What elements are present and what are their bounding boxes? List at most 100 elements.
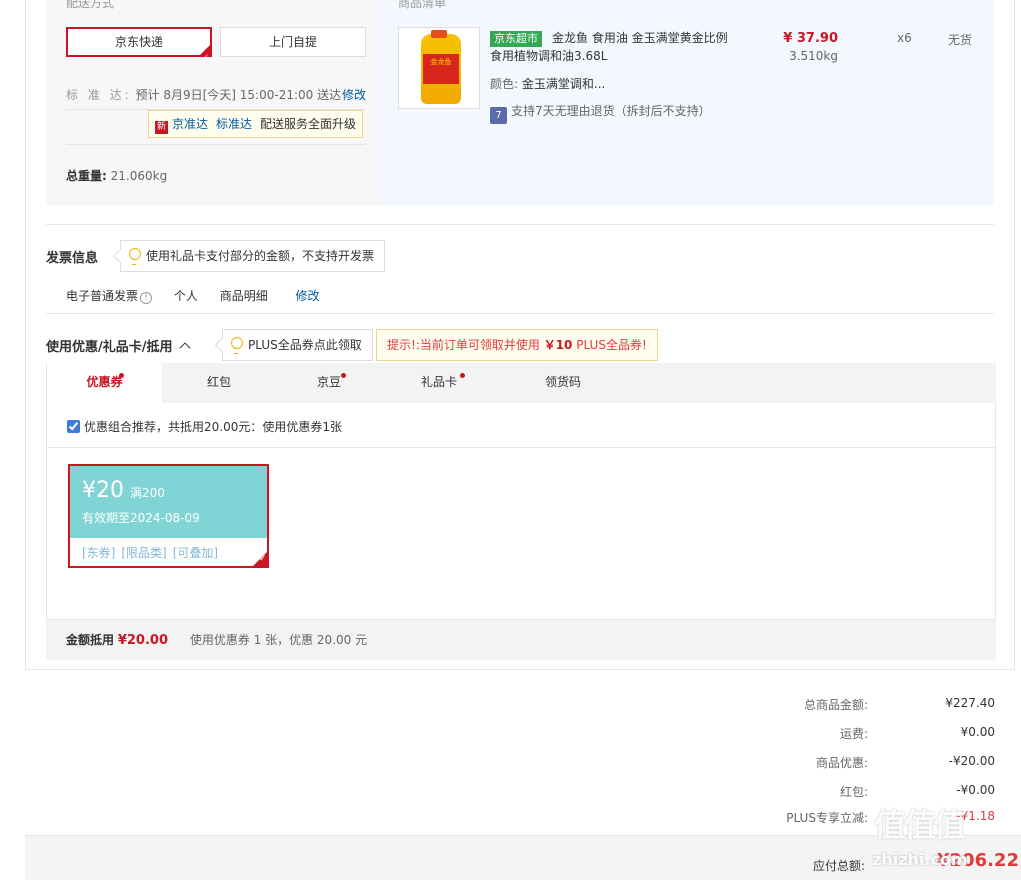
oil-cap bbox=[431, 30, 447, 38]
product-header-fragment: 商品清单 bbox=[398, 0, 447, 10]
combo-recommend[interactable]: 优惠组合推荐，共抵用20.00元：使用优惠券1张 bbox=[67, 418, 342, 435]
standard-delivery-time: 预计 8月9日[今天] 15:00-21:00 送达 bbox=[135, 88, 342, 102]
shipping-fee-value: ¥0.00 bbox=[960, 725, 995, 739]
invoice-detail: 商品明细 bbox=[219, 289, 268, 303]
pickup-label: 上门自提 bbox=[268, 35, 317, 49]
coupon-card[interactable]: ¥20 满200 有效期至2024-08-09 [东券] [限品类] [可叠加] bbox=[68, 464, 269, 568]
product-quantity: x6 bbox=[897, 31, 912, 45]
new-badge-icon: 新 bbox=[155, 121, 168, 134]
tab-jingdou[interactable]: 京豆 bbox=[276, 363, 382, 403]
tab-label: 礼品卡 bbox=[420, 375, 457, 389]
total-weight: 总重量: 21.060kg bbox=[66, 167, 167, 184]
supermarket-badge: 京东超市 bbox=[490, 31, 542, 47]
shipping-header-fragment: 配送方式 bbox=[66, 0, 115, 10]
info-icon[interactable]: ! bbox=[140, 292, 153, 304]
delivery-modify-link[interactable]: 修改 bbox=[342, 86, 366, 103]
product-title[interactable]: 京东超市 金龙鱼 食用油 金玉满堂黄金比例食用植物调和油3.68L bbox=[490, 29, 730, 65]
coupon-tag: [可叠加] bbox=[172, 546, 219, 560]
product-color-label: 颜色: bbox=[490, 77, 519, 91]
oil-brand-text: 金龙鱼 bbox=[430, 58, 452, 66]
express-delivery-label: 京东快递 bbox=[114, 35, 163, 49]
tab-claim-code[interactable]: 领货码 bbox=[508, 363, 618, 403]
return-policy-icon: 7 bbox=[490, 107, 507, 124]
tab-gift-card[interactable]: 礼品卡 bbox=[386, 363, 492, 403]
combo-checkbox[interactable] bbox=[67, 420, 80, 433]
coupons-title[interactable]: 使用优惠/礼品卡/抵用 bbox=[46, 336, 191, 355]
summary-label: 金额抵用 bbox=[66, 633, 115, 647]
goods-discount-value: -¥20.00 bbox=[948, 754, 995, 768]
return-policy-text: 支持7天无理由退货（拆封后不支持） bbox=[511, 104, 711, 118]
coupon-tags: [东券] [限品类] [可叠加] bbox=[82, 544, 224, 561]
total-weight-value: 21.060kg bbox=[110, 169, 168, 183]
watermark-text: zhizhi.com bbox=[872, 850, 968, 869]
jzd-link[interactable]: 京准达 bbox=[172, 117, 208, 131]
divider bbox=[66, 144, 366, 145]
standard-delivery-line: 标 准 达: 预计 8月9日[今天] 15:00-21:00 送达 bbox=[66, 86, 341, 103]
product-price: ¥ 37.90 bbox=[783, 31, 838, 46]
selected-check-icon bbox=[251, 550, 269, 568]
plus-coupon-tip-text: PLUS全品券点此领取 bbox=[248, 338, 362, 352]
goods-discount-label: 商品优惠: bbox=[815, 756, 868, 770]
plus-hint-prefix: 提示!:当前订单可领取并使用 bbox=[387, 338, 540, 352]
red-dot-icon bbox=[341, 373, 346, 378]
bzd-link[interactable]: 标准达 bbox=[216, 117, 252, 131]
selected-check-icon bbox=[199, 44, 211, 70]
plus-hint-amount: ￥10 bbox=[543, 338, 573, 352]
total-weight-label: 总重量: bbox=[66, 169, 107, 183]
total-goods-label: 总商品金额: bbox=[803, 698, 868, 712]
plus-hint-suffix: PLUS全品券! bbox=[576, 338, 647, 352]
invoice-title: 发票信息 bbox=[46, 251, 99, 266]
red-packet-value: -¥0.00 bbox=[956, 783, 995, 797]
tab-label: 领货码 bbox=[544, 375, 581, 389]
product-image[interactable]: 金龙鱼 bbox=[398, 27, 480, 109]
red-packet-label: 红包: bbox=[839, 785, 868, 799]
product-color: 颜色: 金玉满堂调和... bbox=[490, 75, 605, 92]
chevron-up-icon[interactable] bbox=[178, 342, 191, 354]
coupons-title-text: 使用优惠/礼品卡/抵用 bbox=[46, 340, 173, 355]
shipping-fee-label: 运费: bbox=[839, 727, 868, 741]
tab-coupons[interactable]: 优惠券 bbox=[46, 363, 162, 404]
express-delivery-button[interactable]: 京东快递 bbox=[66, 27, 212, 70]
coupon-expiry: 有效期至2024-08-09 bbox=[82, 511, 200, 525]
red-dot-icon bbox=[119, 373, 124, 378]
tab-label: 京豆 bbox=[316, 375, 341, 389]
product-weight: 3.510kg bbox=[789, 49, 838, 63]
tab-label: 红包 bbox=[206, 375, 231, 389]
invoice-tip-text: 使用礼品卡支付部分的金额，不支持开发票 bbox=[146, 249, 375, 263]
section-divider bbox=[46, 224, 994, 225]
tab-label: 优惠券 bbox=[86, 375, 123, 389]
pickup-button[interactable]: 上门自提 bbox=[220, 27, 366, 57]
lightbulb-icon bbox=[128, 248, 141, 265]
summary-text: 使用优惠券 1 张，优惠 20.00 元 bbox=[189, 633, 368, 647]
plus-discount-label: PLUS专享立减: bbox=[786, 811, 868, 825]
invoice-type-text: 电子普通发票 bbox=[66, 289, 139, 303]
coupon-amount: ¥20 满200 bbox=[82, 478, 165, 503]
coupon-card-top: ¥20 满200 有效期至2024-08-09 bbox=[70, 466, 267, 538]
return-policy: 7 支持7天无理由退货（拆封后不支持） bbox=[490, 102, 711, 124]
invoice-person: 个人 bbox=[173, 289, 198, 303]
invoice-modify-link[interactable]: 修改 bbox=[296, 289, 320, 303]
tab-red-packet[interactable]: 红包 bbox=[166, 363, 272, 403]
invoice-details: 电子普通发票! 个人 商品明细 修改 bbox=[66, 287, 338, 304]
lightbulb-icon bbox=[230, 337, 243, 354]
coupon-threshold: 满200 bbox=[130, 486, 165, 500]
site-watermark: 值值值 zhizhi.com bbox=[868, 796, 1018, 880]
oil-label: 金龙鱼 bbox=[423, 54, 459, 84]
combo-text: 优惠组合推荐，共抵用20.00元：使用优惠券1张 bbox=[84, 420, 342, 434]
tip-text: 配送服务全面升级 bbox=[260, 117, 357, 131]
plus-coupon-tip[interactable]: PLUS全品券点此领取 bbox=[214, 329, 373, 361]
stock-status: 无货 bbox=[948, 33, 973, 47]
invoice-type: 电子普通发票! bbox=[66, 289, 153, 304]
coupon-amount-value: ¥20 bbox=[82, 478, 124, 503]
plus-hint: 提示!:当前订单可领取并使用 ￥10 PLUS全品券! bbox=[376, 329, 658, 361]
total-goods-value: ¥227.40 bbox=[945, 696, 995, 710]
section-divider bbox=[46, 313, 994, 314]
summary-amount: ¥20.00 bbox=[117, 633, 169, 648]
standard-delivery-label: 标 准 达: bbox=[66, 88, 132, 102]
pay-total-label: 应付总额: bbox=[813, 859, 866, 873]
product-color-value: 金玉满堂调和... bbox=[521, 77, 606, 91]
coupon-tag: [东券] bbox=[82, 546, 116, 560]
coupon-tabs: 优惠券 红包 京豆 礼品卡 领货码 bbox=[46, 363, 996, 404]
coupon-summary: 金额抵用 ¥20.00 使用优惠券 1 张，优惠 20.00 元 bbox=[46, 620, 996, 660]
red-dot-icon bbox=[460, 373, 465, 378]
